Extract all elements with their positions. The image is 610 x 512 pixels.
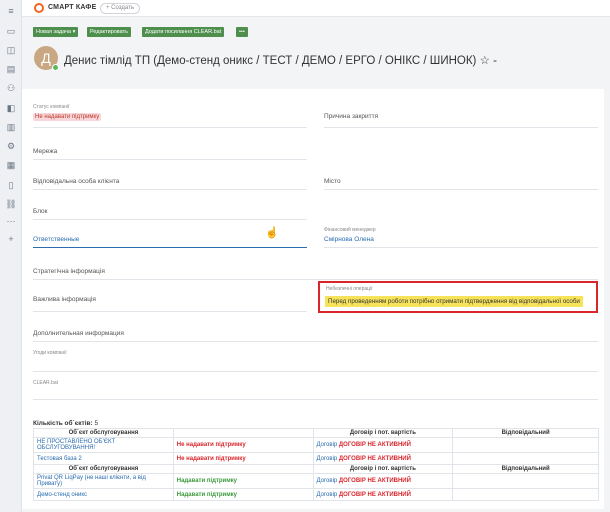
- col-header-contract: Договір і пот. вартість: [312, 464, 454, 474]
- plus-icon[interactable]: +: [5, 234, 17, 244]
- clear-bat-field[interactable]: CLEAR.bat: [33, 376, 598, 400]
- col-header-support: [172, 464, 314, 474]
- dangerous-operations-label: Небезпечні операції: [326, 286, 373, 292]
- object-link[interactable]: НЕ ПРОСТАВЛЕНО ОБ'ЄКТ ОБСЛУГОВУВАННЯ!: [37, 439, 115, 451]
- users-icon[interactable]: ⚇: [5, 83, 17, 93]
- block-label: Блок: [33, 208, 48, 215]
- clear-bat-label: CLEAR.bat: [33, 380, 59, 386]
- additional-info-label: Дополнительная информация: [33, 330, 124, 337]
- col-header-support: [172, 428, 314, 438]
- company-agreements-field[interactable]: Угоди компанії: [33, 346, 598, 372]
- important-info-label: Важлива інформація: [33, 296, 96, 303]
- status-label: Статус компанії: [33, 104, 70, 110]
- responsible-label: Ответственные: [33, 236, 80, 243]
- additional-info-field[interactable]: Дополнительная информация: [33, 322, 598, 342]
- dangerous-operations-value: Перед проведенням роботи потрібно отрима…: [325, 296, 583, 307]
- more-icon[interactable]: ⋯: [5, 216, 17, 226]
- logo-icon: [34, 3, 44, 13]
- fin-manager-label: Фінансовий менеджер: [324, 227, 376, 233]
- status-badge: Не надавати підтримку: [33, 113, 102, 121]
- important-info-field[interactable]: Важлива інформація: [33, 290, 307, 312]
- object-link[interactable]: Тестовая база 2: [37, 456, 82, 462]
- new-task-button[interactable]: Новая задача ▾: [33, 27, 79, 37]
- responsible-cell: [452, 488, 599, 501]
- contract-link[interactable]: Договір: [317, 478, 338, 484]
- support-status: Надавати підтримку: [176, 478, 238, 484]
- object-link[interactable]: Privat QR LiqPay (не наші клієнти, а від…: [37, 475, 146, 487]
- contract-status: ДОГОВІР НЕ АКТИВНИЙ: [338, 491, 411, 498]
- support-status: Не надавати підтримку: [176, 442, 246, 448]
- logo-text: СМАРТ КАФЕ: [48, 4, 97, 11]
- object-link[interactable]: Демо-стенд оникс: [37, 492, 87, 498]
- page-title: Денис тімлід ТП (Демо-стенд оникс / ТЕСТ…: [64, 55, 497, 67]
- support-status: Не надавати підтримку: [176, 455, 246, 462]
- left-sidebar: ≡ ▭ ◫ ▤ ⚇ ◧ ▥ ⚙ ▦ ▯ ⛓ ⋯ +: [0, 0, 22, 512]
- status-field[interactable]: Статус компанії Не надавати підтримку: [33, 100, 307, 128]
- col-header-object: Об`єкт обслуговування: [33, 464, 174, 474]
- support-status: Надавати підтримку: [176, 491, 238, 498]
- calendar-icon[interactable]: ▦: [5, 160, 17, 170]
- fin-manager-field[interactable]: Фінансовий менеджер Смірнова Олена: [324, 224, 598, 248]
- more-actions-button[interactable]: •••: [236, 27, 248, 37]
- table-header-row: Об`єкт обслуговування Договір і пот. вар…: [33, 464, 599, 474]
- company-agreements-label: Угоди компанії: [33, 350, 67, 356]
- gear-icon[interactable]: ⚙: [5, 141, 17, 151]
- network-field[interactable]: Мережа: [33, 140, 307, 160]
- fin-manager-value[interactable]: Смірнова Олена: [324, 236, 374, 243]
- city-label: Місто: [324, 178, 341, 185]
- close-reason-field[interactable]: Причина закриття: [324, 100, 598, 128]
- strategic-info-label: Стратегічна інформація: [33, 268, 105, 275]
- responsible-client-field[interactable]: Відповідальна особа клієнта: [33, 170, 307, 190]
- status-dot-icon: [52, 64, 59, 71]
- col-header-contract: Договір і пот. вартість: [312, 428, 454, 438]
- contract-status: ДОГОВІР НЕ АКТИВНИЙ: [338, 442, 411, 448]
- chart-icon[interactable]: ▥: [5, 122, 17, 132]
- top-bar: СМАРТ КАФЕ + Создать: [22, 0, 610, 17]
- add-clear-link-button[interactable]: Додати посилання CLEAR.bat: [142, 27, 225, 37]
- close-reason-label: Причина закриття: [324, 113, 379, 120]
- block-field[interactable]: Блок: [33, 200, 307, 220]
- edit-button[interactable]: Редактировать: [87, 27, 131, 37]
- mouse-cursor-icon: ☝: [265, 227, 279, 239]
- table-header-row: Об`єкт обслуговування Договір і пот. вар…: [33, 428, 599, 438]
- book-icon[interactable]: ▭: [5, 26, 17, 36]
- table-row: Тестовая база 2 Не надавати підтримку До…: [33, 452, 599, 465]
- responsible-cell: [452, 473, 599, 489]
- strategic-info-field[interactable]: Стратегічна інформація: [33, 260, 598, 280]
- dangerous-operations-box[interactable]: Небезпечні операції Перед проведенням ро…: [318, 281, 598, 313]
- objects-count: Кількість об`єктів: 5: [33, 420, 98, 427]
- responsible-cell: [452, 452, 599, 465]
- contract-status: ДОГОВІР НЕ АКТИВНИЙ: [338, 478, 411, 484]
- clipboard-icon[interactable]: ▤: [5, 64, 17, 74]
- box-icon[interactable]: ◫: [5, 45, 17, 55]
- network-label: Мережа: [33, 148, 58, 155]
- responsible-client-label: Відповідальна особа клієнта: [33, 178, 120, 185]
- contract-link[interactable]: Договір: [317, 456, 338, 462]
- document-icon[interactable]: ▯: [5, 180, 17, 190]
- folder-icon[interactable]: ◧: [5, 103, 17, 113]
- table-row: НЕ ПРОСТАВЛЕНО ОБ'ЄКТ ОБСЛУГОВУВАННЯ! Не…: [33, 437, 599, 453]
- objects-count-label: Кількість об`єктів:: [33, 420, 93, 427]
- contract-link[interactable]: Договір: [317, 442, 338, 448]
- contract-link[interactable]: Договір: [317, 492, 338, 498]
- city-field[interactable]: Місто: [324, 170, 598, 190]
- link-icon[interactable]: ⛓: [5, 199, 17, 209]
- col-header-responsible: Відповідальний: [452, 428, 599, 438]
- table-row: Privat QR LiqPay (не наші клієнти, а від…: [33, 473, 599, 489]
- objects-count-value: 5: [94, 420, 99, 427]
- contract-status: ДОГОВІР НЕ АКТИВНИЙ: [338, 455, 411, 462]
- service-objects-table: Об`єкт обслуговування Договір і пот. вар…: [33, 428, 599, 501]
- table-row: Демо-стенд оникс Надавати підтримку Дого…: [33, 488, 599, 501]
- menu-icon[interactable]: ≡: [5, 6, 17, 16]
- col-header-object: Об`єкт обслуговування: [33, 428, 174, 438]
- create-button[interactable]: + Создать: [100, 3, 140, 14]
- responsible-cell: [452, 437, 599, 453]
- col-header-responsible: Відповідальний: [452, 464, 599, 474]
